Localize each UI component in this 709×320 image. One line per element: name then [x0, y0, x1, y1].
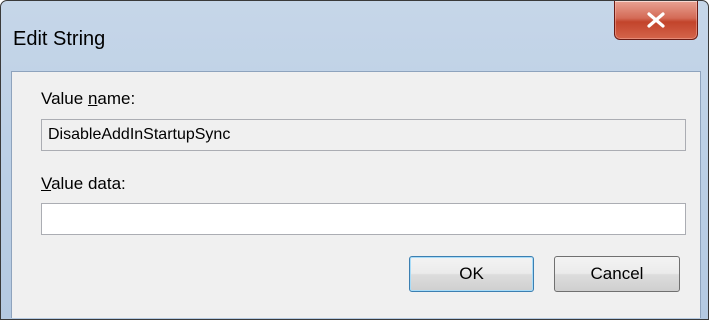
ok-button[interactable]: OK	[409, 256, 534, 292]
value-name-label: Value name:	[41, 89, 136, 108]
cancel-button[interactable]: Cancel	[554, 256, 680, 292]
close-icon	[647, 12, 665, 28]
window-title: Edit String	[13, 28, 106, 50]
value-data-input[interactable]	[41, 203, 686, 235]
value-data-label: Value data:	[41, 174, 126, 193]
dialog-body: Value name: DisableAddInStartupSync Valu…	[11, 71, 701, 318]
value-name-field[interactable]: DisableAddInStartupSync	[41, 119, 686, 151]
close-button[interactable]	[614, 1, 698, 40]
edit-string-dialog: Edit String Value name: DisableAddInStar…	[0, 0, 709, 320]
title-bar[interactable]: Edit String	[1, 1, 708, 71]
